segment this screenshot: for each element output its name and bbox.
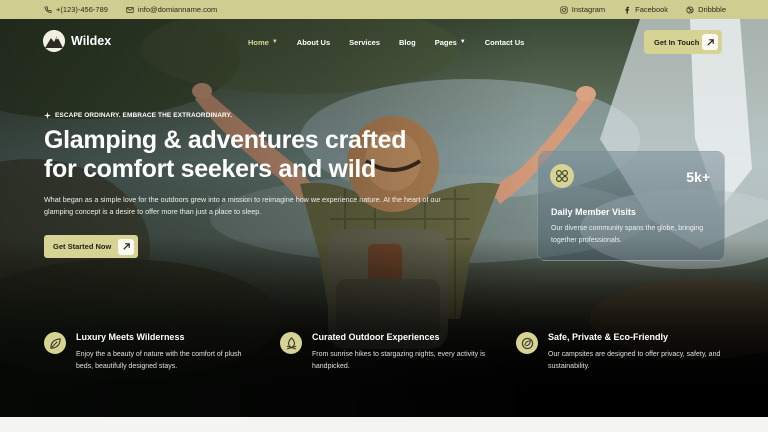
- nav-item-services[interactable]: Services: [349, 38, 380, 47]
- feature-description: Enjoy the a beauty of nature with the co…: [76, 351, 242, 370]
- nav-item-home[interactable]: Home ▼: [248, 38, 278, 47]
- nav-item-pages[interactable]: Pages ▼: [435, 38, 466, 47]
- chevron-down-icon: ▼: [459, 38, 466, 45]
- instagram-icon: [560, 5, 568, 14]
- mail-icon: [126, 6, 134, 13]
- hero-description: What began as a simple love for the outd…: [44, 195, 441, 216]
- feature-title: Curated Outdoor Experiences: [312, 332, 440, 342]
- campfire-icon: [280, 332, 302, 354]
- social-link-facebook[interactable]: Facebook: [623, 5, 668, 14]
- sparkle-icon: [44, 112, 51, 119]
- feature-description: From sunrise hikes to stargazing nights,…: [312, 351, 486, 370]
- dribbble-icon: [686, 5, 694, 14]
- top-info-bar: +(123)-456-789 info@domianname.com Insta…: [0, 0, 768, 19]
- facebook-icon: [625, 6, 630, 14]
- eyebrow-text: ESCAPE ORDINARY. EMBRACE THE EXTRAORDINA…: [55, 112, 233, 119]
- email-link[interactable]: info@domianname.com: [126, 5, 217, 14]
- chevron-down-icon: ▼: [271, 38, 278, 45]
- brand-logo[interactable]: Wildex: [43, 30, 111, 52]
- feature-description: Our campsites are designed to offer priv…: [548, 351, 721, 370]
- social-label: Dribbble: [698, 5, 726, 14]
- stat-description: Our diverse community spans the globe, b…: [551, 225, 704, 244]
- social-link-instagram[interactable]: Instagram: [560, 5, 605, 14]
- button-label: Get Started Now: [53, 242, 112, 251]
- nav-label: Services: [349, 38, 381, 47]
- nav-item-contact-us[interactable]: Contact Us: [485, 38, 525, 47]
- phone-number: +(123)-456-789: [56, 5, 108, 14]
- stat-value: 5k+: [686, 169, 710, 185]
- nav-label: Contact Us: [484, 38, 525, 47]
- social-label: Facebook: [635, 5, 669, 14]
- next-section-edge: [0, 417, 768, 432]
- nav-label: Home: [248, 38, 269, 47]
- hero-headline: Glamping & adventures crafted for comfor…: [44, 126, 407, 183]
- contact-info: +(123)-456-789 info@domianname.com: [44, 5, 217, 14]
- leaf-icon: [44, 332, 66, 354]
- arrow-up-right-icon: [118, 238, 134, 255]
- nav-label: About Us: [296, 38, 331, 47]
- mountain-logo-icon: [43, 30, 65, 52]
- social-link-dribbble[interactable]: Dribbble: [686, 5, 726, 14]
- nav-item-blog[interactable]: Blog: [399, 38, 416, 47]
- get-in-touch-button[interactable]: Get In Touch: [644, 30, 722, 54]
- brand-name: Wildex: [71, 34, 112, 48]
- button-label: Get In Touch: [654, 37, 700, 47]
- social-label: Instagram: [571, 5, 606, 14]
- grid-icon: [550, 164, 574, 188]
- nav-item-about-us[interactable]: About Us: [297, 38, 330, 47]
- nav-label: Blog: [399, 38, 416, 47]
- nav-menu: Home ▼ About Us Services Blog Pages ▼ Co…: [248, 38, 524, 47]
- phone-link[interactable]: +(123)-456-789: [44, 5, 108, 14]
- email-address: info@domianname.com: [137, 5, 218, 14]
- phone-icon: [44, 5, 52, 13]
- feature-title: Luxury Meets Wilderness: [76, 332, 185, 342]
- stat-title: Daily Member Visits: [551, 207, 636, 217]
- eco-icon: [516, 332, 538, 354]
- social-links: Instagram Facebook Dribbble: [560, 5, 726, 14]
- feature-title: Safe, Private & Eco-Friendly: [548, 332, 669, 342]
- hero-eyebrow: ESCAPE ORDINARY. EMBRACE THE EXTRAORDINA…: [44, 112, 232, 119]
- get-started-button[interactable]: Get Started Now: [44, 235, 138, 258]
- arrow-up-right-icon: [702, 34, 718, 50]
- nav-label: Pages: [434, 38, 457, 47]
- member-stats-card: 5k+ Daily Member Visits Our diverse comm…: [537, 151, 725, 261]
